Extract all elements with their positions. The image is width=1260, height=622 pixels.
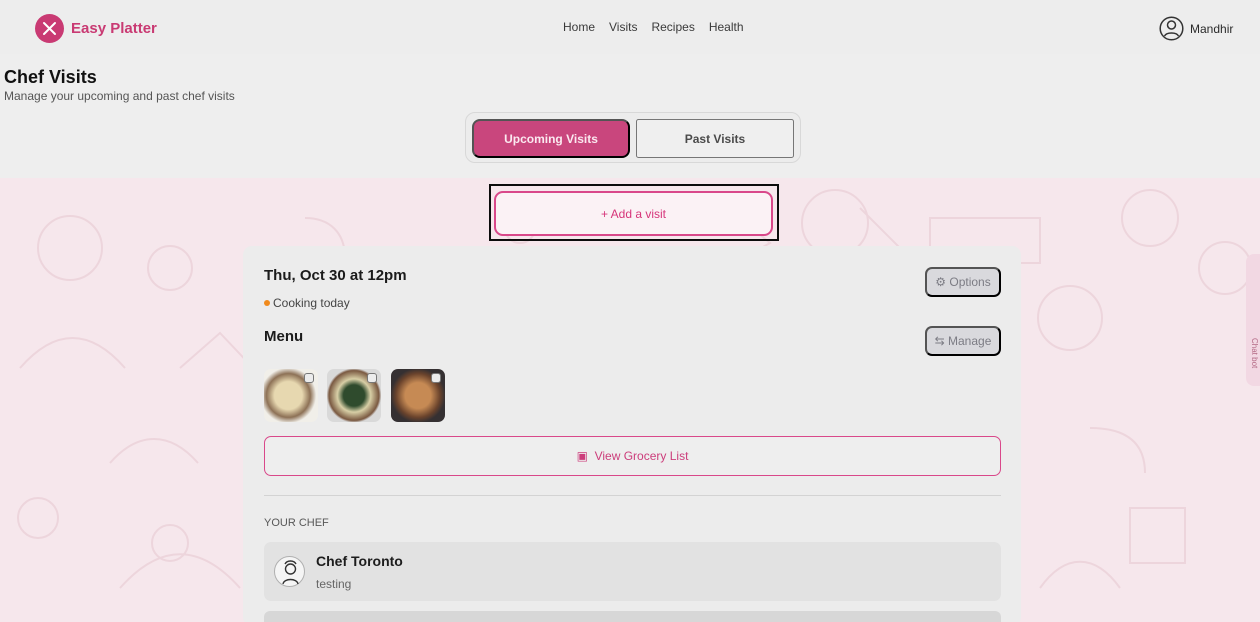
sliders-icon: ⇆ bbox=[934, 334, 945, 348]
main-navigation: Home Visits Recipes Health bbox=[563, 20, 744, 34]
status-text: Cooking today bbox=[273, 296, 350, 310]
next-card-edge bbox=[264, 611, 1001, 622]
menu-item-thumbnail[interactable] bbox=[264, 369, 318, 422]
gear-icon: ⚙ bbox=[935, 275, 947, 289]
nav-home[interactable]: Home bbox=[563, 20, 595, 34]
image-badge-icon bbox=[431, 373, 441, 383]
visit-date: Thu, Oct 30 at 12pm bbox=[264, 267, 407, 284]
image-badge-icon bbox=[367, 373, 377, 383]
manage-label: Manage bbox=[948, 334, 992, 348]
menu-item-thumbnail[interactable] bbox=[327, 369, 381, 422]
nav-recipes[interactable]: Recipes bbox=[651, 20, 694, 34]
section-divider bbox=[264, 495, 1001, 496]
tab-upcoming-visits[interactable]: Upcoming Visits bbox=[472, 119, 630, 158]
manage-button[interactable]: ⇆ Manage bbox=[925, 326, 1001, 356]
chef-row[interactable] bbox=[264, 542, 1001, 601]
chef-description: testing bbox=[316, 577, 352, 591]
chef-section-label: YOUR CHEF bbox=[264, 517, 329, 529]
view-grocery-list-button[interactable]: ▣ View Grocery List bbox=[264, 436, 1001, 476]
brand-logo[interactable]: Easy Platter bbox=[35, 14, 157, 43]
menu-item-thumbnail[interactable] bbox=[391, 369, 445, 422]
options-button[interactable]: ⚙ Options bbox=[925, 267, 1001, 297]
utensils-icon bbox=[35, 14, 64, 43]
top-navigation: Easy Platter Home Visits Recipes Health … bbox=[0, 0, 1260, 54]
tab-past-visits[interactable]: Past Visits bbox=[636, 119, 794, 158]
chef-visits-page: Easy Platter Home Visits Recipes Health … bbox=[0, 0, 1260, 622]
user-circle-icon bbox=[1159, 16, 1184, 41]
chat-bot-label: Chat bot bbox=[1250, 338, 1259, 369]
add-visit-button[interactable]: + Add a visit bbox=[494, 191, 773, 236]
user-menu[interactable]: Mandhir bbox=[1159, 16, 1233, 41]
status-dot-icon bbox=[264, 300, 270, 306]
nav-visits[interactable]: Visits bbox=[609, 20, 637, 34]
image-badge-icon bbox=[304, 373, 314, 383]
grocery-label: View Grocery List bbox=[594, 449, 689, 463]
calendar-icon: ▣ bbox=[576, 449, 588, 463]
chef-name: Chef Toronto bbox=[316, 553, 403, 569]
chef-avatar-icon bbox=[274, 556, 305, 587]
options-label: Options bbox=[949, 275, 991, 289]
brand-name: Easy Platter bbox=[71, 20, 157, 37]
nav-health[interactable]: Health bbox=[709, 20, 744, 34]
page-subtitle: Manage your upcoming and past chef visit… bbox=[4, 89, 235, 103]
visit-tabs: Upcoming Visits Past Visits bbox=[465, 112, 801, 163]
user-name: Mandhir bbox=[1190, 21, 1234, 36]
page-title: Chef Visits bbox=[4, 67, 97, 87]
visit-status: Cooking today bbox=[264, 296, 350, 310]
menu-title: Menu bbox=[264, 328, 304, 345]
